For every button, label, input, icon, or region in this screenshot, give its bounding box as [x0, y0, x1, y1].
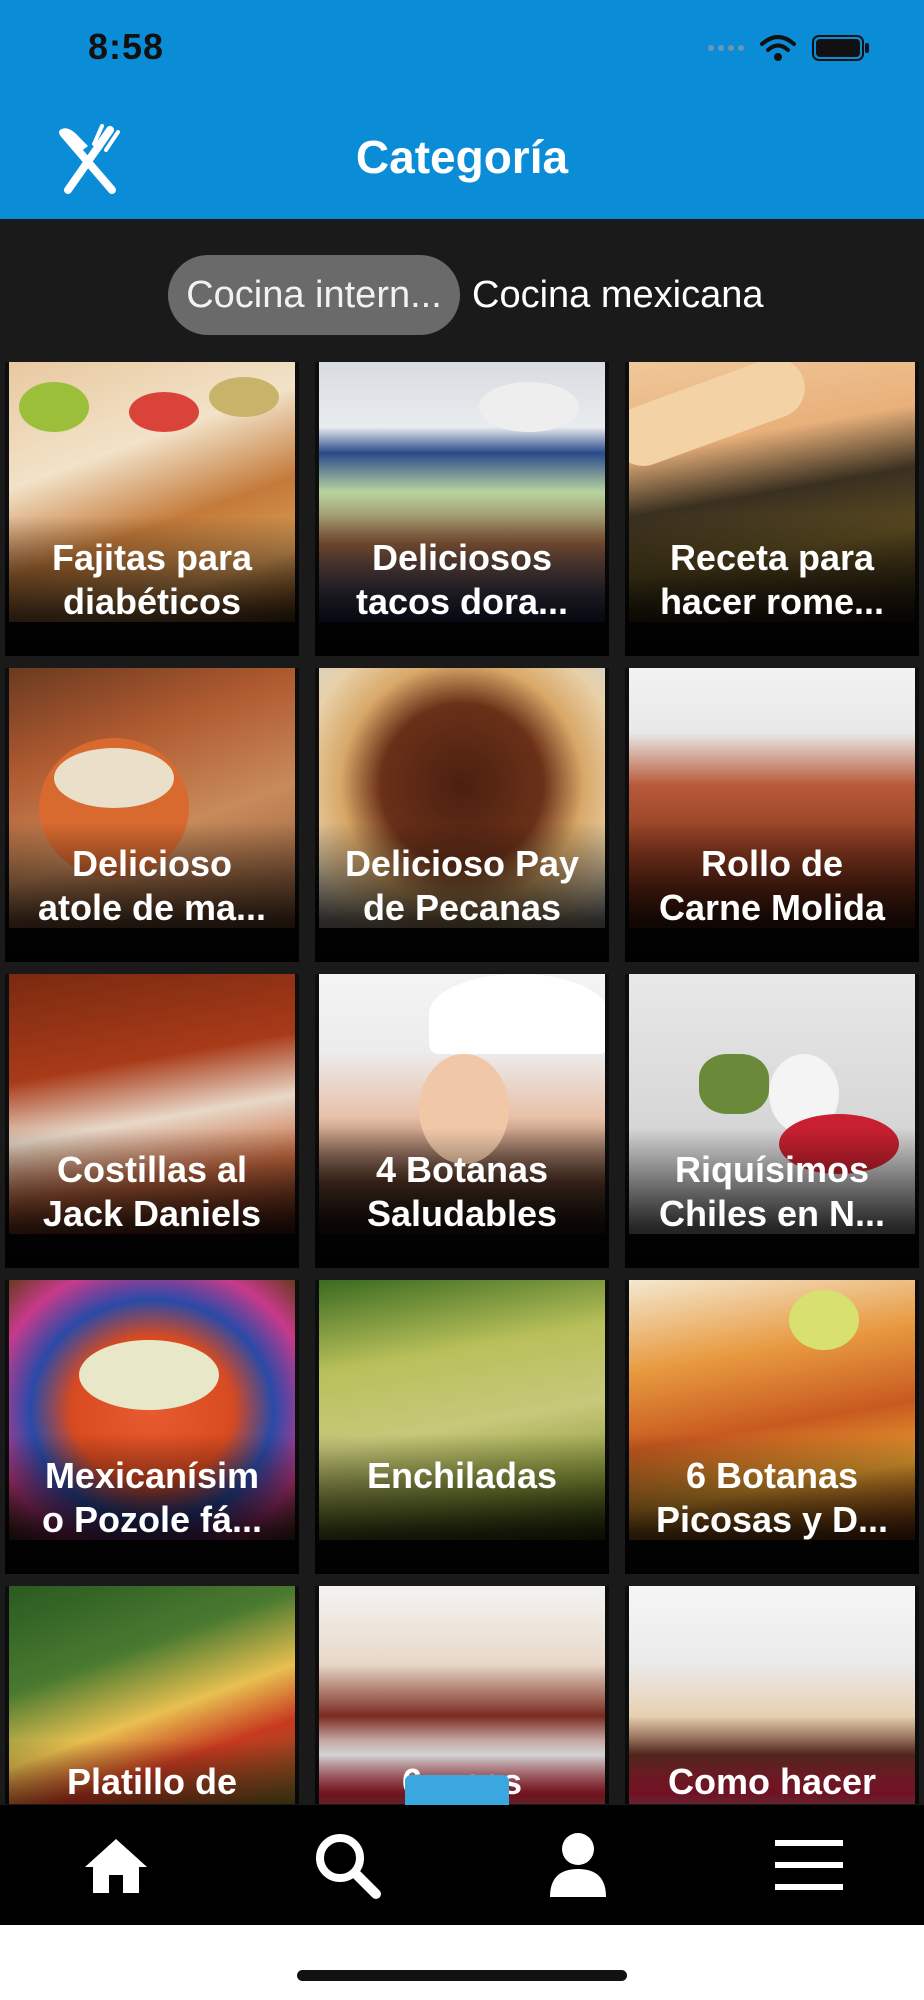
recipe-card[interactable]: Como hacer [625, 1586, 919, 1804]
recipe-card[interactable]: Delicioso atole de ma... [5, 668, 299, 962]
nav-home[interactable] [0, 1805, 231, 1925]
nav-menu[interactable] [693, 1805, 924, 1925]
recipe-title: 4 Botanas Saludables [366, 1149, 558, 1234]
recipe-card[interactable]: Mexicanísim o Pozole fá... [5, 1280, 299, 1574]
recipe-card[interactable]: 4 Botanas Saludables [315, 974, 609, 1268]
recipe-title: Receta para hacer rome... [659, 537, 885, 622]
status-bar: 8:58 [0, 0, 924, 100]
recipe-title: Platillo de [66, 1761, 238, 1802]
recipe-card[interactable]: Fajitas para diabéticos [5, 362, 299, 656]
recipe-title: Riquísimos Chiles en N... [658, 1149, 886, 1234]
recipe-grid: Fajitas para diabéticos Deliciosos tacos d… [0, 362, 924, 1804]
recipe-card[interactable]: 6 ...eas [315, 1586, 609, 1804]
recipe-title: Mexicanísim o Pozole fá... [41, 1455, 263, 1540]
recipe-card[interactable]: Delicioso Pay de Pecanas [315, 668, 609, 962]
tab-cocina-mexicana[interactable]: Cocina mexicana [472, 255, 763, 335]
page-title: Categoría [355, 131, 569, 183]
title-row: Categoría [0, 104, 924, 219]
cellular-icon [708, 45, 744, 51]
menu-icon [774, 1840, 843, 1890]
recipe-card[interactable]: Enchiladas [315, 1280, 609, 1574]
recipe-card[interactable]: Deliciosos tacos dora... [315, 362, 609, 656]
battery-icon [812, 35, 869, 61]
bottom-nav [0, 1805, 924, 1925]
recipe-card[interactable]: Riquísimos Chiles en N... [625, 974, 919, 1268]
nav-profile[interactable] [462, 1805, 693, 1925]
recipe-title: Deliciosos tacos dora... [355, 537, 569, 622]
status-time: 8:58 [88, 26, 165, 67]
recipe-title: Enchiladas [366, 1455, 558, 1496]
status-icons [708, 34, 870, 62]
wifi-icon [760, 35, 796, 61]
user-icon [549, 1833, 606, 1897]
recipe-title: Fajitas para diabéticos [51, 537, 253, 622]
home-indicator[interactable] [297, 1970, 627, 1981]
tab-cocina-internacional[interactable]: Cocina intern... [168, 255, 460, 335]
recipe-card[interactable]: Rollo de Carne Molida [625, 668, 919, 962]
nav-search[interactable] [231, 1805, 462, 1925]
recipe-title: Como hacer [667, 1761, 877, 1802]
recipe-title: Rollo de Carne Molida [658, 843, 886, 928]
recipe-card[interactable]: 6 Botanas Picosas y D... [625, 1280, 919, 1574]
recipe-card[interactable]: Costillas al Jack Daniels [5, 974, 299, 1268]
category-tabs: Cocina intern... Cocina mexicana [0, 255, 924, 335]
recipe-title: Costillas al Jack Daniels [42, 1149, 262, 1234]
recipe-title: Delicioso atole de ma... [37, 843, 267, 928]
home-icon [84, 1839, 147, 1893]
recipe-card[interactable]: Platillo de [5, 1586, 299, 1804]
search-icon [315, 1834, 381, 1899]
recipe-title: Delicioso Pay de Pecanas [344, 843, 580, 928]
recipe-title: 6 Botanas Picosas y D... [655, 1455, 889, 1540]
recipe-card[interactable]: Receta para hacer rome... [625, 362, 919, 656]
scroll-handle[interactable] [405, 1775, 509, 1805]
